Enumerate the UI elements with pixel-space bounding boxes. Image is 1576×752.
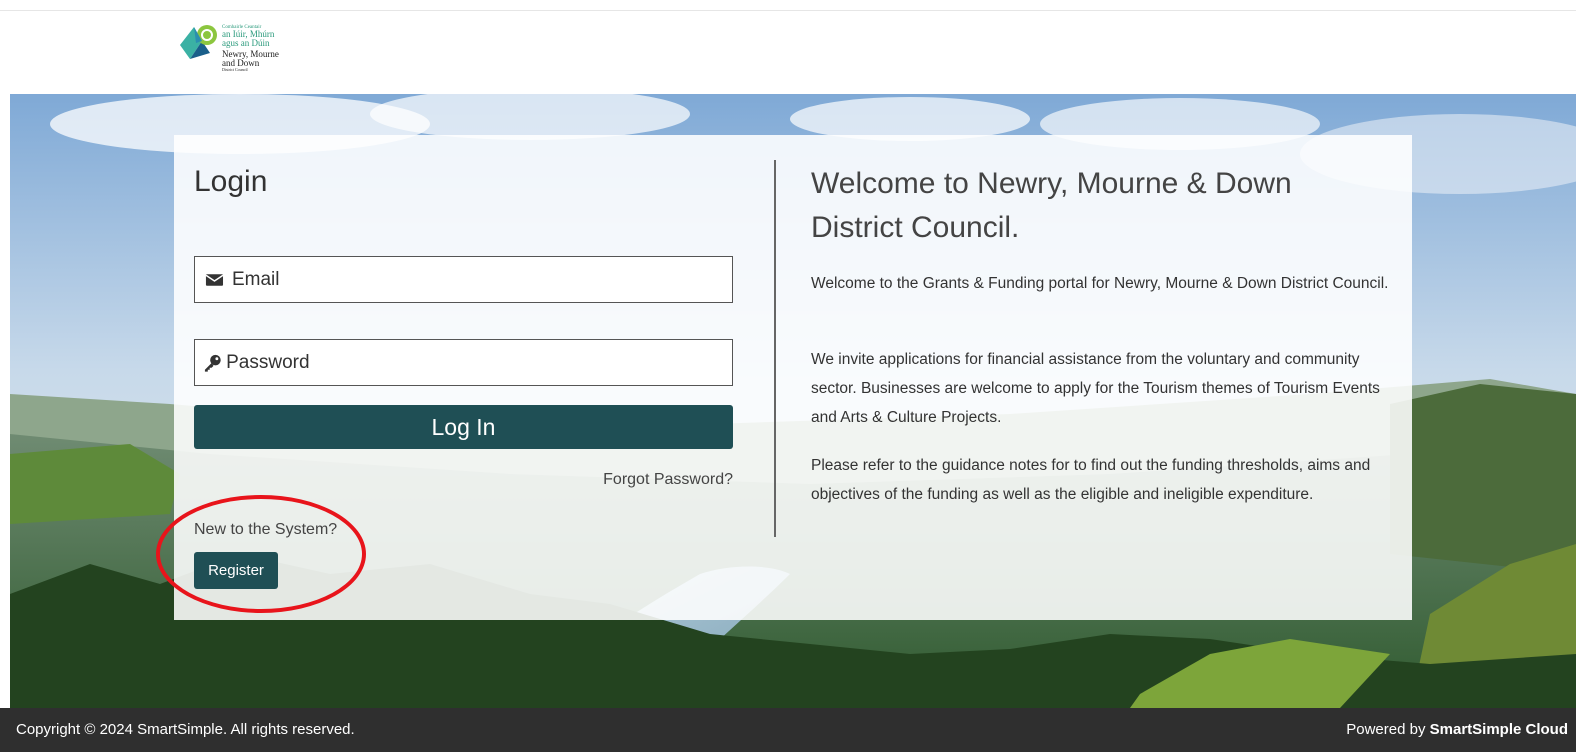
logo-text-line6: District Council: [222, 67, 248, 72]
site-footer: Copyright © 2024 SmartSimple. All rights…: [0, 708, 1576, 752]
password-field[interactable]: [194, 339, 733, 386]
vertical-divider: [774, 160, 776, 537]
log-in-button[interactable]: Log In: [194, 405, 733, 449]
email-field[interactable]: [194, 256, 733, 303]
new-to-system-label: New to the System?: [194, 521, 338, 538]
email-input[interactable]: [231, 268, 732, 291]
envelope-icon: [205, 273, 224, 286]
logo-mark-icon: [180, 25, 217, 59]
powered-by-prefix: Powered by: [1346, 721, 1426, 738]
login-title: Login: [194, 165, 268, 198]
powered-by-brand-link[interactable]: SmartSimple Cloud: [1430, 721, 1568, 738]
site-header: Comhairle Ceantair an Iúir, Mhúrn agus a…: [0, 11, 1576, 94]
logo-text-line3: agus an Dúin: [222, 38, 270, 48]
forgot-password-link[interactable]: Forgot Password?: [603, 471, 733, 489]
register-button[interactable]: Register: [194, 552, 278, 589]
welcome-title: Welcome to Newry, Mourne & Down District…: [811, 167, 1292, 244]
powered-by: Powered by SmartSimple Cloud: [1346, 721, 1568, 738]
copyright-text: Copyright © 2024 SmartSimple. All rights…: [16, 721, 355, 738]
council-logo[interactable]: Comhairle Ceantair an Iúir, Mhúrn agus a…: [176, 23, 296, 83]
welcome-paragraph-1: Welcome to the Grants & Funding portal f…: [811, 275, 1389, 292]
password-input[interactable]: [226, 351, 732, 374]
login-panel: Login Log In Forgot Password? New to the…: [174, 135, 1412, 620]
key-icon: [204, 354, 221, 372]
welcome-paragraph-3: Please refer to the guidance notes for t…: [811, 457, 1371, 503]
welcome-paragraph-2: We invite applications for financial ass…: [811, 351, 1380, 426]
